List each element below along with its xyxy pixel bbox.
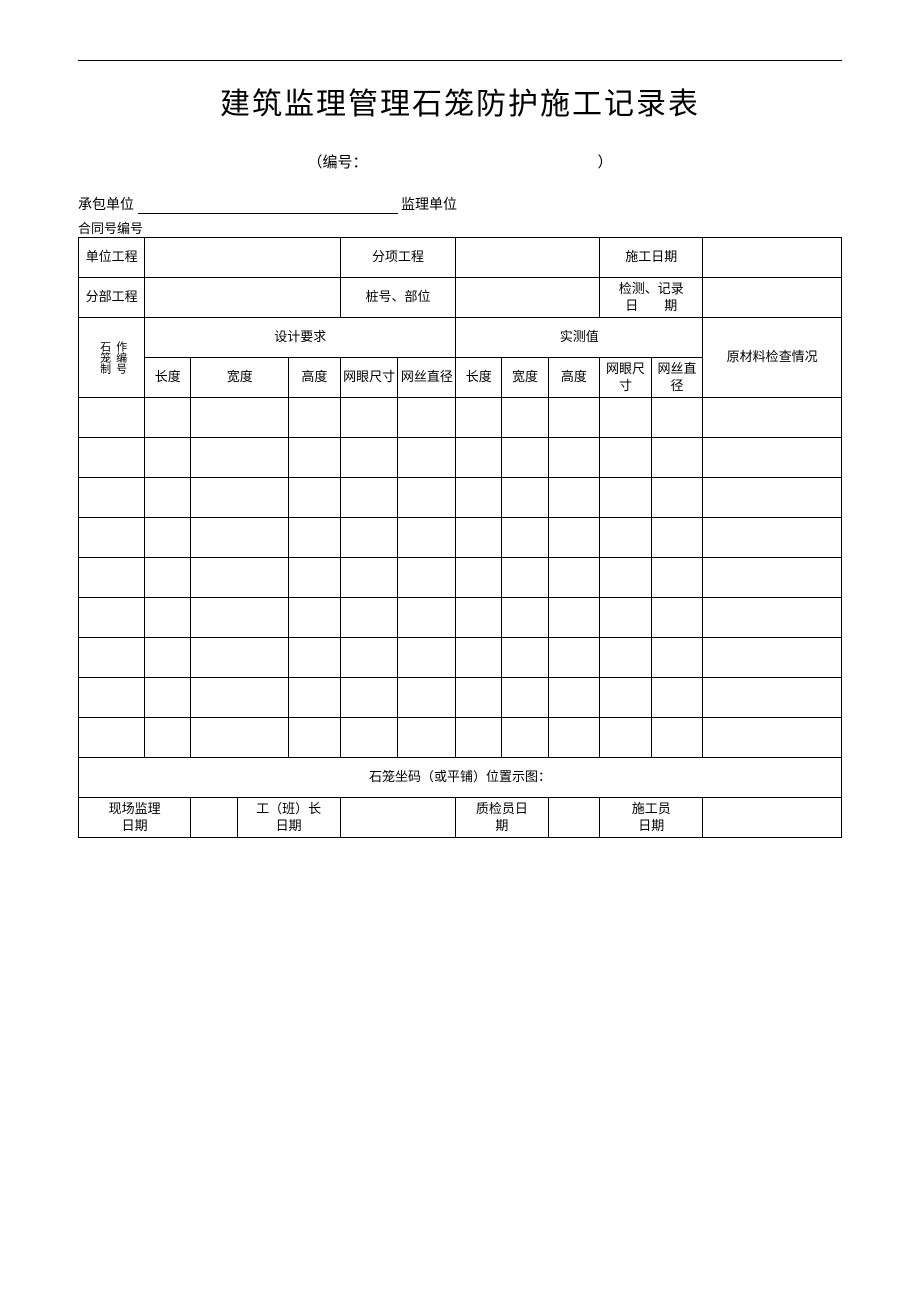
top-rule bbox=[78, 60, 842, 61]
construct-date-value[interactable] bbox=[703, 238, 842, 278]
measured-label: 实测值 bbox=[456, 318, 703, 358]
group-row: 石笼制作编号 设计要求 实测值 原材料检查情况 bbox=[79, 318, 842, 358]
diagram-label: 石笼坐码（或平铺）位置示图： bbox=[369, 769, 551, 784]
d-hei: 高度 bbox=[289, 358, 341, 398]
m-mesh: 网眼尺寸 bbox=[600, 358, 652, 398]
page-title: 建筑监理管理石笼防护施工记录表 bbox=[78, 79, 842, 123]
site-sup-label: 现场监理日期 bbox=[79, 798, 191, 838]
header-row-2: 分部工程 桩号、部位 检测、记录日 期 bbox=[79, 278, 842, 318]
section-proj-label: 分部工程 bbox=[79, 278, 145, 318]
d-wire: 网丝直径 bbox=[398, 358, 456, 398]
check-date-label: 检测、记录日 期 bbox=[600, 278, 703, 318]
header-row-1: 单位工程 分项工程 施工日期 bbox=[79, 238, 842, 278]
m-wid: 宽度 bbox=[502, 358, 548, 398]
unit-proj-value[interactable] bbox=[145, 238, 341, 278]
unit-proj-label: 单位工程 bbox=[79, 238, 145, 278]
data-row bbox=[79, 558, 842, 598]
data-row bbox=[79, 398, 842, 438]
m-len: 长度 bbox=[456, 358, 502, 398]
contractor-blank[interactable] bbox=[138, 200, 398, 214]
data-row bbox=[79, 518, 842, 558]
supervisor-label: 监理单位 bbox=[401, 198, 457, 213]
qc-value[interactable] bbox=[548, 798, 600, 838]
qc-label: 质检员日期 bbox=[456, 798, 548, 838]
design-req-label: 设计要求 bbox=[145, 318, 456, 358]
data-row bbox=[79, 438, 842, 478]
check-date-value[interactable] bbox=[703, 278, 842, 318]
data-row bbox=[79, 678, 842, 718]
builder-value[interactable] bbox=[703, 798, 842, 838]
signature-row: 现场监理日期 工（班）长日期 质检员日期 施工员日期 bbox=[79, 798, 842, 838]
diagram-cell[interactable]: 石笼坐码（或平铺）位置示图： bbox=[79, 758, 842, 798]
contractor-label: 承包单位 bbox=[78, 198, 134, 213]
cage-no-label: 石笼制作编号 bbox=[79, 318, 145, 398]
data-row bbox=[79, 718, 842, 758]
m-wire: 网丝直径 bbox=[651, 358, 703, 398]
d-mesh: 网眼尺寸 bbox=[340, 358, 398, 398]
section-proj-value[interactable] bbox=[145, 278, 341, 318]
data-row bbox=[79, 478, 842, 518]
station-label: 桩号、部位 bbox=[340, 278, 456, 318]
site-sup-value[interactable] bbox=[191, 798, 237, 838]
data-row bbox=[79, 598, 842, 638]
sub-item-label: 分项工程 bbox=[340, 238, 456, 278]
main-table: 单位工程 分项工程 施工日期 分部工程 桩号、部位 检测、记录日 期 石笼制作编… bbox=[78, 237, 842, 838]
diagram-row: 石笼坐码（或平铺）位置示图： bbox=[79, 758, 842, 798]
meta-line-1: 承包单位 监理单位 bbox=[78, 194, 842, 214]
material-label: 原材料检查情况 bbox=[703, 318, 842, 398]
meta-line-2: 合同号编号 bbox=[78, 218, 842, 237]
d-wid: 宽度 bbox=[191, 358, 289, 398]
m-hei: 高度 bbox=[548, 358, 600, 398]
number-suffix: ） bbox=[598, 155, 613, 171]
doc-number-line: （编号： ） bbox=[78, 151, 842, 172]
foreman-label: 工（班）长日期 bbox=[237, 798, 340, 838]
data-row bbox=[79, 638, 842, 678]
d-len: 长度 bbox=[145, 358, 191, 398]
contract-no-label: 合同号编号 bbox=[78, 221, 143, 236]
construct-date-label: 施工日期 bbox=[600, 238, 703, 278]
number-prefix: （编号： bbox=[307, 155, 367, 171]
builder-label: 施工员日期 bbox=[600, 798, 703, 838]
foreman-value[interactable] bbox=[340, 798, 456, 838]
station-value[interactable] bbox=[456, 278, 600, 318]
sub-item-value[interactable] bbox=[456, 238, 600, 278]
